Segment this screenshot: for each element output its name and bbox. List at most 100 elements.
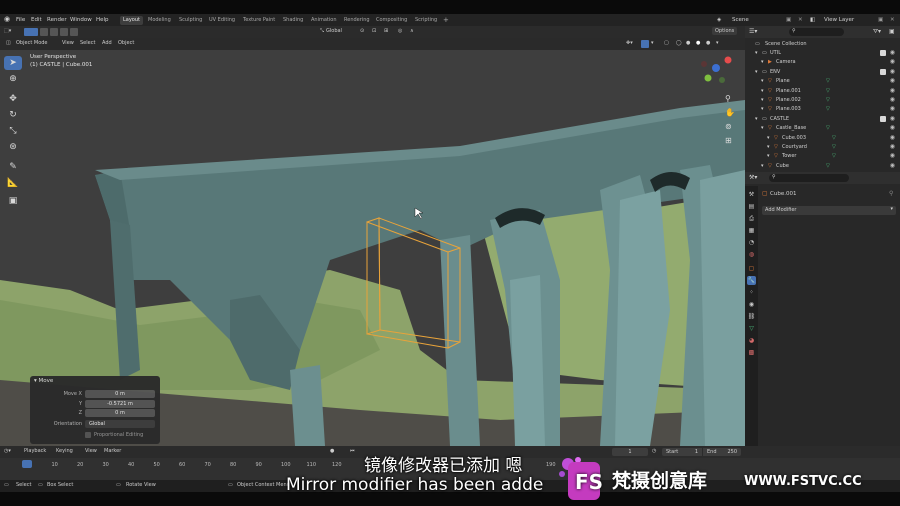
menu-help[interactable]: Help [96, 17, 109, 23]
move-tool-icon[interactable]: ✥ [4, 92, 22, 106]
move-x-field[interactable]: 0 m [85, 390, 155, 398]
snap-icon[interactable]: ⊡ [372, 28, 376, 34]
menu-file[interactable]: File [16, 17, 25, 23]
tab-modeling[interactable]: Modeling [145, 16, 174, 25]
visibility-eye-icon[interactable]: ◉ [890, 152, 895, 159]
outliner-item[interactable]: ▾ ▽ Cube.003 ◉ ▽ [745, 134, 900, 143]
scene-name[interactable]: Scene [732, 17, 749, 23]
orientation-dropdown[interactable]: Global [326, 28, 342, 34]
visibility-eye-icon[interactable]: ◉ [890, 49, 895, 56]
outliner-item[interactable]: ▾ ▭ CASTLE ◉ [745, 115, 900, 124]
record-icon[interactable]: ● [330, 448, 334, 454]
timeline-menu-playback[interactable]: Playback [24, 448, 46, 454]
expand-chevron-icon[interactable]: ▾ [761, 59, 764, 65]
measure-tool-icon[interactable]: 📐 [4, 176, 22, 190]
current-frame-field[interactable]: 1 [612, 448, 648, 456]
expand-chevron-icon[interactable]: ▾ [761, 78, 764, 84]
outliner-item[interactable]: ▾ ▽ Tower ◉ ▽ [745, 152, 900, 161]
collection-checkbox[interactable] [880, 68, 886, 75]
expand-chevron-icon[interactable]: ▾ [767, 144, 770, 150]
options-dropdown[interactable]: Options [712, 27, 738, 35]
properties-type-icon[interactable]: ⚒▾ [749, 174, 757, 181]
tab-sculpting[interactable]: Sculpting [176, 16, 205, 25]
expand-chevron-icon[interactable]: ▾ [755, 116, 758, 122]
outliner-item[interactable]: ▾ ▶ Camera ◉ [745, 58, 900, 67]
expand-chevron-icon[interactable]: ▾ [767, 153, 770, 159]
material-tab-icon[interactable]: ◕ [747, 336, 756, 345]
snap-target-icon[interactable]: ⊞ [384, 28, 388, 34]
copy-layer-icon[interactable]: ▣ [878, 17, 883, 23]
collection-checkbox[interactable] [880, 50, 886, 56]
new-collection-icon[interactable]: ▣ [889, 28, 895, 35]
playhead[interactable] [22, 460, 32, 468]
outliner-item[interactable]: ▾ ▽ Plane.003 ◉ ▽ [745, 105, 900, 114]
zoom-icon[interactable]: ⚲ [725, 94, 731, 103]
outliner-item[interactable]: ▾ ▽ Plane.002 ◉ ▽ [745, 96, 900, 105]
visibility-eye-icon[interactable]: ◉ [890, 87, 895, 94]
properties-search-input[interactable] [769, 174, 849, 182]
move-y-field[interactable]: -0.5721 m [85, 400, 155, 408]
overlay-icon[interactable] [641, 40, 649, 48]
expand-chevron-icon[interactable]: ▾ [755, 69, 758, 75]
visibility-eye-icon[interactable]: ◉ [890, 58, 895, 65]
expand-chevron-icon[interactable]: ▾ [761, 88, 764, 94]
visibility-eye-icon[interactable]: ◉ [890, 134, 895, 141]
tab-layout[interactable]: Layout [120, 16, 143, 25]
expand-chevron-icon[interactable]: ▾ [755, 50, 758, 56]
tab-uv-editing[interactable]: UV Editing [206, 16, 238, 25]
outliner-search-input[interactable] [789, 28, 844, 36]
outliner-item[interactable]: ▾ ▽ Plane.001 ◉ ▽ [745, 87, 900, 96]
close-icon[interactable]: ✕ [798, 17, 803, 23]
pan-hand-icon[interactable]: ✋ [725, 108, 735, 117]
gizmo-icon[interactable]: ✥▾ [626, 40, 633, 46]
visibility-eye-icon[interactable]: ◉ [890, 143, 895, 150]
view-layer-tab-icon[interactable]: ▦ [747, 226, 756, 235]
outliner-item[interactable]: ▾ ▽ Cube ◉ ▽ [745, 162, 900, 171]
menu-window[interactable]: Window [70, 17, 92, 23]
timeline-menu-keying[interactable]: Keying [56, 448, 73, 454]
pivot-icon[interactable]: ⊙ [360, 28, 364, 34]
add-modifier-dropdown[interactable]: Add Modifier ▾ [762, 206, 896, 215]
operator-title[interactable]: ▾ Move [34, 378, 53, 384]
close-layer-icon[interactable]: ✕ [890, 17, 895, 23]
end-frame-field[interactable]: End 250 [703, 448, 741, 456]
expand-chevron-icon[interactable]: ▾ [761, 125, 764, 131]
shading-solid-icon[interactable]: ● [686, 40, 690, 46]
timeline-type-icon[interactable]: ◷▾ [4, 448, 11, 454]
add-cube-tool-icon[interactable]: ▣ [4, 194, 22, 208]
expand-chevron-icon[interactable]: ▾ [761, 106, 764, 112]
tab-rendering[interactable]: Rendering [341, 16, 373, 25]
select-invert-icon[interactable] [60, 28, 68, 36]
menu-select[interactable]: Select [80, 40, 95, 46]
render-tab-icon[interactable]: ▤ [747, 202, 756, 211]
outliner-item[interactable]: ▾ ▽ Plane ◉ ▽ [745, 77, 900, 86]
menu-add[interactable]: Add [102, 40, 112, 46]
texture-tab-icon[interactable]: ▩ [747, 348, 756, 357]
tool-tab-icon[interactable]: ⚒ [747, 190, 756, 199]
tab-compositing[interactable]: Compositing [373, 16, 410, 25]
data-tab-icon[interactable]: ▽ [747, 324, 756, 333]
collection-checkbox[interactable] [880, 115, 886, 122]
move-z-field[interactable]: 0 m [85, 409, 155, 417]
select-intersect-icon[interactable] [70, 28, 78, 36]
outliner-item[interactable]: ▾ ▭ UTIL ◉ [745, 49, 900, 58]
shading-wire-icon[interactable]: ◯ [676, 40, 682, 46]
world-tab-icon[interactable]: ◍ [747, 250, 756, 259]
proportional-checkbox[interactable] [85, 432, 91, 438]
copy-icon[interactable]: ▣ [786, 17, 791, 23]
proportional-icon[interactable]: ◎ [398, 28, 402, 34]
scene-tab-icon[interactable]: ◔ [747, 238, 756, 247]
visibility-eye-icon[interactable]: ◉ [890, 68, 895, 75]
select-tool-icon[interactable]: ➤ [4, 56, 22, 70]
modifier-tab-icon[interactable]: 🔧 [747, 276, 756, 285]
object-name-field[interactable]: Cube.001 [770, 191, 796, 197]
timeline-menu-view[interactable]: View [85, 448, 97, 454]
camera-view-icon[interactable]: ⊚ [725, 122, 732, 131]
annotate-tool-icon[interactable]: ✎ [4, 160, 22, 174]
particles-tab-icon[interactable]: ⁘ [747, 288, 756, 297]
menu-edit[interactable]: Edit [31, 17, 42, 23]
select-subtract-icon[interactable] [50, 28, 58, 36]
outliner-item[interactable]: ▾ ▽ Castle_Base ◉ ▽ [745, 124, 900, 133]
menu-object[interactable]: Object [118, 40, 134, 46]
output-tab-icon[interactable]: ⎙ [747, 214, 756, 223]
